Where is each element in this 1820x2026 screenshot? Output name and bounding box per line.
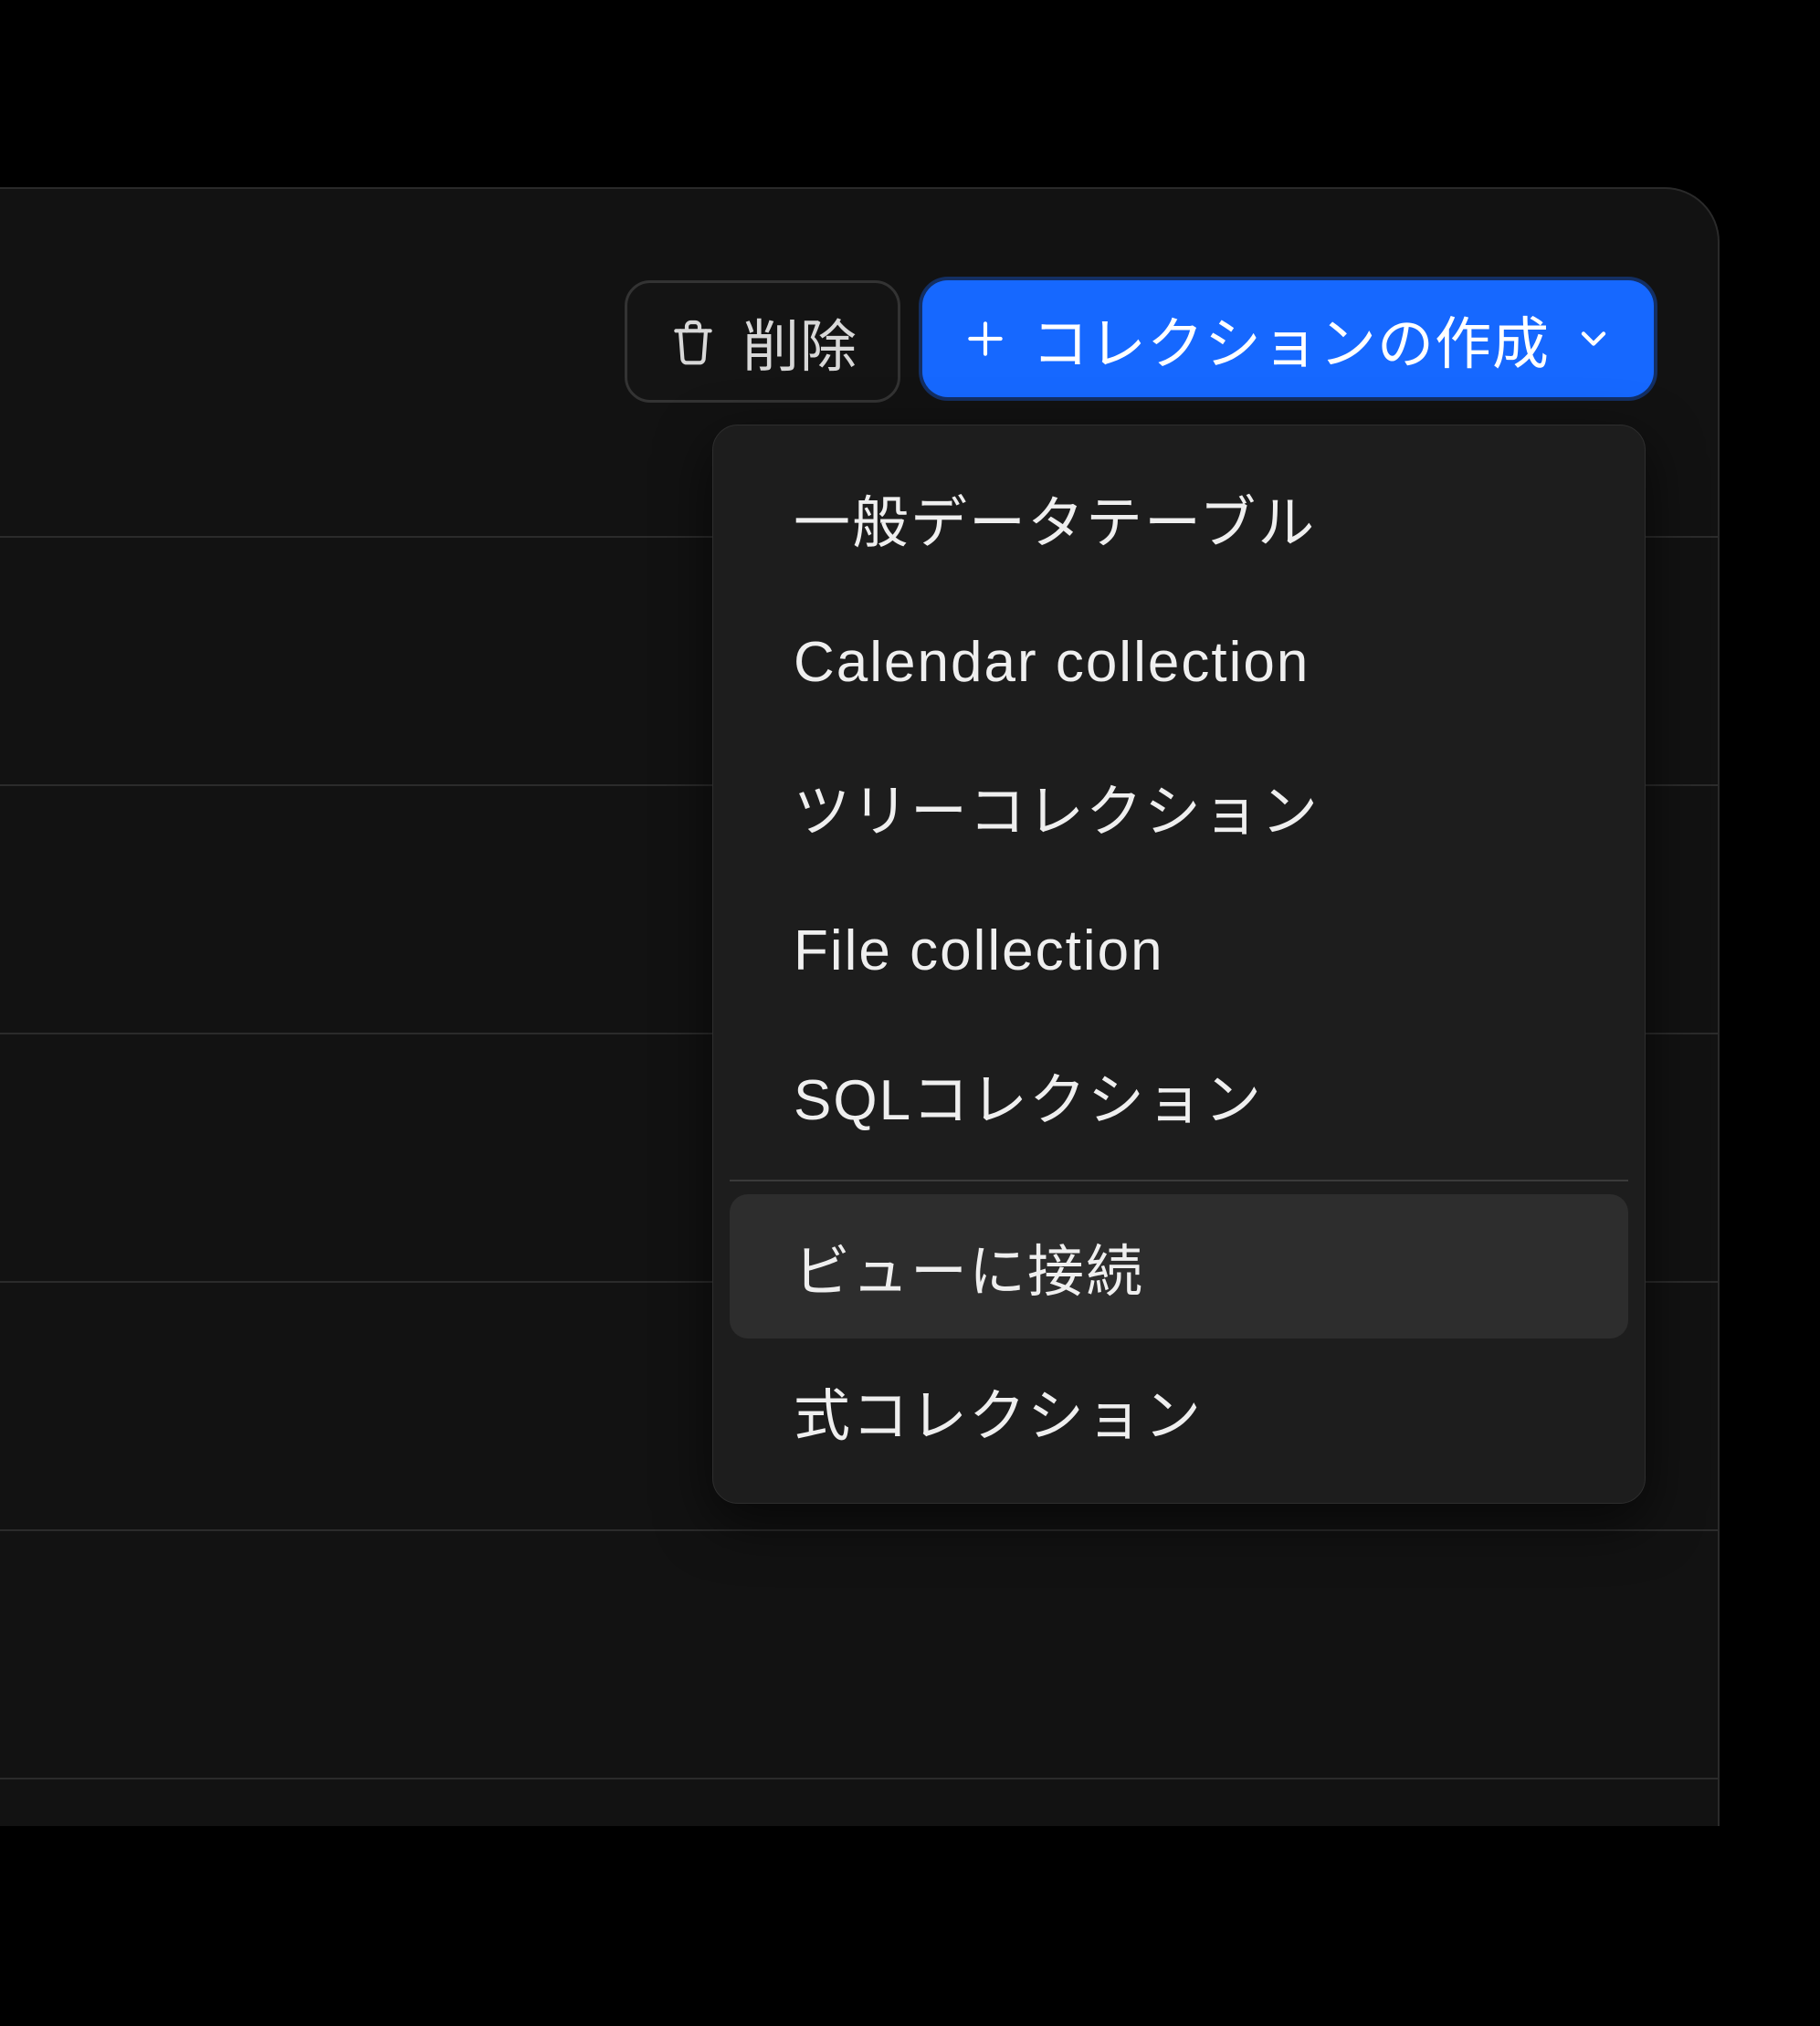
create-collection-button-label: コレクションの作成 xyxy=(1032,298,1550,380)
menu-item-connect-view[interactable]: ビューに接続 xyxy=(730,1194,1628,1338)
menu-item-label: File collection xyxy=(794,919,1164,983)
create-collection-menu: 一般データテーブル Calendar collection ツリーコレクション … xyxy=(712,425,1646,1504)
delete-button-label: 削除 xyxy=(742,300,857,383)
menu-item-label: ツリーコレクション xyxy=(794,765,1320,847)
menu-item-label: 一般データテーブル xyxy=(794,477,1316,559)
menu-item-general-table[interactable]: 一般データテーブル xyxy=(730,446,1628,590)
plus-icon xyxy=(963,316,1008,362)
menu-item-expression-collection[interactable]: 式コレクション xyxy=(730,1338,1628,1483)
trash-icon xyxy=(668,316,719,367)
toolbar: 削除 コレクションの作成 xyxy=(625,280,1654,403)
delete-button[interactable]: 削除 xyxy=(625,280,900,403)
list-row xyxy=(0,1529,1718,1778)
list-row xyxy=(0,1778,1718,2026)
content-panel: 削除 コレクションの作成 一般データテーブル Calendar collecti… xyxy=(0,187,1720,1826)
menu-item-label: SQLコレクション xyxy=(794,1054,1263,1136)
menu-item-label: Calendar collection xyxy=(794,630,1310,695)
menu-item-tree-collection[interactable]: ツリーコレクション xyxy=(730,734,1628,878)
menu-item-label: ビューに接続 xyxy=(794,1225,1144,1307)
menu-item-label: 式コレクション xyxy=(794,1370,1203,1452)
menu-separator xyxy=(730,1180,1628,1181)
menu-item-file-collection[interactable]: File collection xyxy=(730,878,1628,1023)
menu-item-calendar-collection[interactable]: Calendar collection xyxy=(730,590,1628,734)
chevron-down-icon xyxy=(1573,319,1614,359)
create-collection-button[interactable]: コレクションの作成 xyxy=(922,280,1654,397)
menu-item-sql-collection[interactable]: SQLコレクション xyxy=(730,1023,1628,1167)
